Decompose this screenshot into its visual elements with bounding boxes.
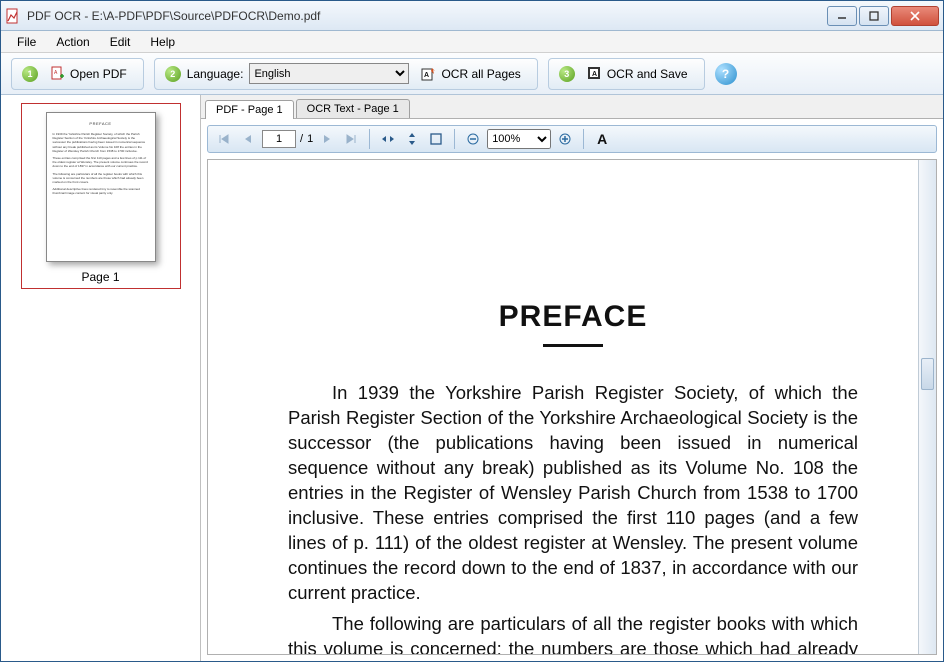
toolbar-group-save: 3 A OCR and Save <box>548 58 705 90</box>
zoom-in-button[interactable] <box>555 129 575 149</box>
actual-size-button[interactable] <box>426 129 446 149</box>
vertical-scrollbar[interactable] <box>918 160 936 654</box>
content-panel: PDF - Page 1 OCR Text - Page 1 / 1 100% … <box>201 95 943 661</box>
fit-height-button[interactable] <box>402 129 422 149</box>
tab-pdf-page[interactable]: PDF - Page 1 <box>205 100 294 119</box>
next-page-button[interactable] <box>317 129 337 149</box>
toolbar-group-open: 1 A Open PDF <box>11 58 144 90</box>
main-toolbar: 1 A Open PDF 2 Language: English A OCR a… <box>1 53 943 95</box>
step-3-badge: 3 <box>559 66 575 82</box>
viewer-wrapper: PREFACE In 1939 the Yorkshire Parish Reg… <box>207 159 937 655</box>
current-page-input[interactable] <box>262 130 296 148</box>
ocr-all-pages-button[interactable]: A OCR all Pages <box>415 64 526 84</box>
svg-text:A: A <box>592 71 597 78</box>
ocr-all-label: OCR all Pages <box>441 67 520 81</box>
language-select[interactable]: English <box>249 63 409 84</box>
content-tabs: PDF - Page 1 OCR Text - Page 1 <box>201 95 943 119</box>
heading-rule <box>543 344 603 347</box>
thumbnail-page-preview: PREFACE In 1939 the Yorkshire Parish Reg… <box>46 112 156 262</box>
toolbar-group-language: 2 Language: English A OCR all Pages <box>154 58 538 90</box>
last-page-button[interactable] <box>341 129 361 149</box>
close-button[interactable] <box>891 6 939 26</box>
window-title: PDF OCR - E:\A-PDF\PDF\Source\PDFOCR\Dem… <box>27 9 827 23</box>
app-icon <box>5 8 21 24</box>
pdf-viewer[interactable]: PREFACE In 1939 the Yorkshire Parish Reg… <box>208 160 918 654</box>
document-paragraph-1: In 1939 the Yorkshire Parish Register So… <box>288 381 858 606</box>
zoom-select[interactable]: 100% <box>487 129 551 149</box>
zoom-out-button[interactable] <box>463 129 483 149</box>
maximize-button[interactable] <box>859 6 889 26</box>
title-bar: PDF OCR - E:\A-PDF\PDF\Source\PDFOCR\Dem… <box>1 1 943 31</box>
main-area: PREFACE In 1939 the Yorkshire Parish Reg… <box>1 95 943 661</box>
svg-text:A: A <box>424 72 429 79</box>
step-1-badge: 1 <box>22 66 38 82</box>
fit-width-button[interactable] <box>378 129 398 149</box>
prev-page-button[interactable] <box>238 129 258 149</box>
page-separator: / <box>300 133 303 145</box>
open-pdf-button[interactable]: A Open PDF <box>44 64 133 84</box>
minimize-button[interactable] <box>827 6 857 26</box>
scrollbar-thumb[interactable] <box>921 358 934 390</box>
window-controls <box>827 6 939 26</box>
menu-file[interactable]: File <box>9 33 44 51</box>
menu-edit[interactable]: Edit <box>102 33 139 51</box>
total-pages: 1 <box>307 133 313 145</box>
menu-help[interactable]: Help <box>142 33 183 51</box>
ocr-and-save-button[interactable]: A OCR and Save <box>581 64 694 84</box>
language-label: Language: <box>187 67 244 81</box>
first-page-button[interactable] <box>214 129 234 149</box>
help-button[interactable]: ? <box>715 63 737 85</box>
thumbnail-panel: PREFACE In 1939 the Yorkshire Parish Reg… <box>1 95 201 661</box>
tab-ocr-text[interactable]: OCR Text - Page 1 <box>296 99 410 118</box>
step-2-badge: 2 <box>165 66 181 82</box>
thumbnail-item[interactable]: PREFACE In 1939 the Yorkshire Parish Reg… <box>21 103 181 289</box>
open-pdf-label: Open PDF <box>70 67 127 81</box>
thumbnail-label: Page 1 <box>46 270 156 284</box>
open-pdf-icon: A <box>50 66 66 82</box>
page-toolbar: / 1 100% A <box>207 125 937 153</box>
ocr-save-label: OCR and Save <box>607 67 688 81</box>
ocr-save-icon: A <box>587 66 603 82</box>
menu-action[interactable]: Action <box>48 33 97 51</box>
ocr-all-icon: A <box>421 66 437 82</box>
document-paragraph-2: The following are particulars of all the… <box>288 612 858 654</box>
document-page: PREFACE In 1939 the Yorkshire Parish Reg… <box>208 160 918 654</box>
document-heading: PREFACE <box>288 300 858 334</box>
menu-bar: File Action Edit Help <box>1 31 943 53</box>
text-tool-button[interactable]: A <box>592 129 612 149</box>
